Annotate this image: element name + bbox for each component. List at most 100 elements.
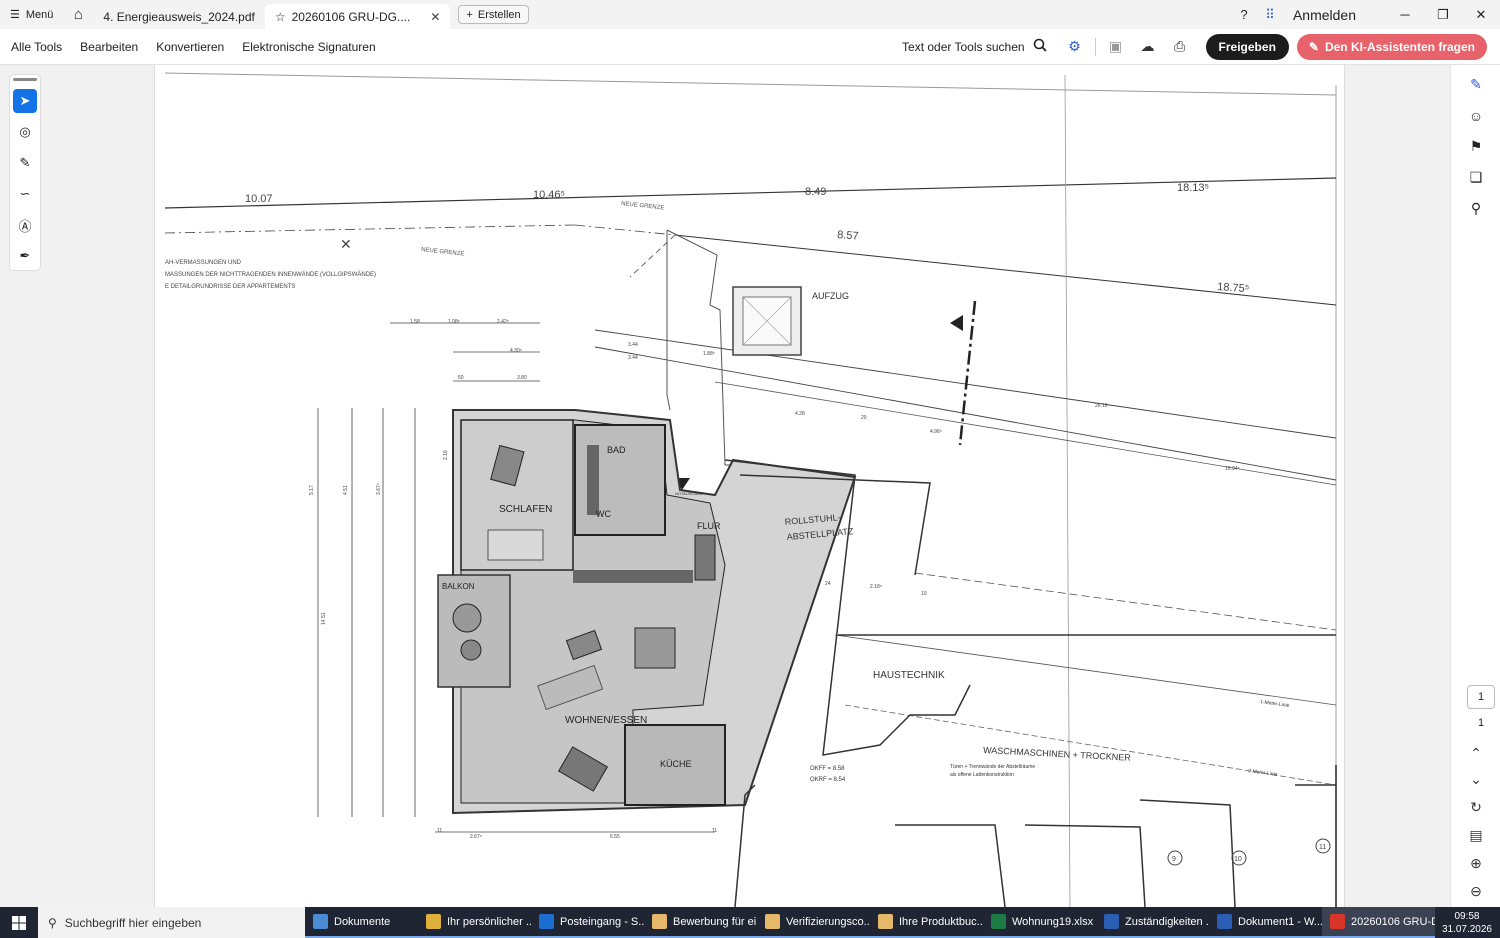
- excel-icon: [991, 914, 1006, 929]
- taskbar-app[interactable]: Verifizierungsco...: [757, 907, 870, 938]
- lasso-icon[interactable]: ∽: [13, 182, 37, 206]
- cross-mark: ✕: [340, 236, 352, 252]
- document-view[interactable]: 10.07 10.46⁵ 8.49 18.13⁵ 8.57 18.75⁵ NEU…: [154, 65, 1345, 907]
- small-dim: 14.51: [321, 612, 327, 625]
- share-button[interactable]: Freigeben: [1205, 33, 1289, 60]
- save-icon[interactable]: ▣: [1100, 38, 1132, 55]
- ai-assistant-button[interactable]: ✎ Den KI-Assistenten fragen: [1296, 33, 1487, 60]
- divider: [1094, 37, 1096, 56]
- taskbar: ⚲ Suchbegriff hier eingeben Dokumente Ihr…: [0, 907, 1500, 938]
- close-tab-icon[interactable]: ✕: [430, 10, 440, 24]
- restore-icon[interactable]: ❐: [1424, 7, 1462, 23]
- word-icon: [1217, 914, 1232, 929]
- select-cursor-icon[interactable]: ➤: [13, 89, 37, 113]
- chrome-icon: [426, 914, 441, 929]
- small-dim: 4.28: [795, 411, 805, 417]
- help-icon[interactable]: ?: [1231, 7, 1257, 22]
- edit-pdf-icon[interactable]: ✎: [1451, 69, 1500, 100]
- ai-chat-icon: ✎: [1308, 39, 1319, 54]
- dim-label: 8.57: [837, 229, 859, 242]
- dim-label: 18.13⁵: [1177, 182, 1209, 194]
- zoom-in-icon[interactable]: ⊕: [1451, 855, 1500, 872]
- small-dim: 50: [458, 375, 464, 381]
- small-dim: 4.96⁵: [930, 429, 942, 435]
- taskbar-app-label: 20260106 GRU-D...: [1351, 915, 1435, 928]
- taskbar-app[interactable]: Dokumente: [305, 907, 418, 938]
- sign-icon[interactable]: ✒: [13, 244, 37, 268]
- word-icon: [1104, 914, 1119, 929]
- menu-all-tools[interactable]: Alle Tools: [0, 40, 71, 54]
- page-tools-icon[interactable]: ▤: [1451, 827, 1500, 844]
- taskbar-app[interactable]: Bewerbung für ei...: [644, 907, 757, 938]
- taskbar-app-label: Dokument1 - W...: [1238, 915, 1322, 928]
- current-page-input[interactable]: 1: [1467, 685, 1495, 709]
- pen-icon[interactable]: ✎: [13, 151, 37, 175]
- panel-grip[interactable]: [13, 78, 37, 81]
- zoom-out-icon[interactable]: ⊖: [1451, 883, 1500, 900]
- tab-label: 4. Energieausweis_2024.pdf: [103, 9, 255, 24]
- room-label: WC: [596, 509, 611, 519]
- page-up-icon[interactable]: ⌃: [1451, 745, 1500, 762]
- taskbar-search[interactable]: ⚲ Suchbegriff hier eingeben: [38, 907, 305, 938]
- total-pages: 1: [1477, 717, 1485, 729]
- comment-icon[interactable]: ◎: [13, 120, 37, 144]
- signin-button[interactable]: Anmelden: [1293, 7, 1356, 23]
- rotate-icon[interactable]: ↻: [1451, 799, 1500, 816]
- pages-icon[interactable]: ❏: [1451, 162, 1500, 193]
- text-select-icon[interactable]: Ⓐ: [13, 213, 37, 237]
- small-dim: 4.30⁵: [510, 348, 522, 354]
- small-dim: 2.67⁵: [470, 834, 482, 840]
- tool-search[interactable]: Text oder Tools suchen: [902, 38, 1047, 55]
- home-icon[interactable]: ⌂: [63, 0, 93, 29]
- small-dim: 2.16: [443, 450, 449, 460]
- bookmark-icon[interactable]: ⚑: [1451, 131, 1500, 162]
- close-window-icon[interactable]: ✕: [1462, 7, 1500, 23]
- mail-icon: [878, 914, 893, 929]
- create-button[interactable]: + Erstellen: [458, 5, 529, 24]
- hamburger-icon: ☰: [10, 9, 20, 21]
- small-dim: 1.08⁵: [448, 319, 460, 325]
- right-rail: ✎ ☺ ⚑ ❏ ⚲ 1 1 ⌃ ⌄ ↻ ▤ ⊕ ⊖: [1450, 65, 1500, 907]
- menu-convert[interactable]: Konvertieren: [147, 40, 233, 54]
- taskbar-apps: Dokumente Ihr persönlicher ... Posteingang…: [305, 907, 1435, 938]
- tab-energieausweis[interactable]: 4. Energieausweis_2024.pdf: [93, 4, 264, 29]
- menu-edit[interactable]: Bearbeiten: [71, 40, 147, 54]
- ai-tools-icon[interactable]: ⚙: [1059, 38, 1091, 55]
- comments-icon[interactable]: ☺: [1451, 100, 1500, 131]
- room-label: WASCHMASCHINEN + TROCKNER: [983, 745, 1132, 763]
- plan-small-note: 2-Meter-Linie: [1248, 768, 1278, 778]
- room-label: KÜCHE: [660, 759, 692, 769]
- system-clock[interactable]: 09:58 31.07.2026: [1442, 910, 1500, 936]
- page-down-icon[interactable]: ⌄: [1451, 771, 1500, 788]
- minimize-icon[interactable]: ─: [1386, 7, 1424, 22]
- create-label: Erstellen: [477, 8, 521, 21]
- taskbar-app[interactable]: Posteingang - S...: [531, 907, 644, 938]
- tab-grundriss[interactable]: ☆ 20260106 GRU-DG.... ✕: [264, 4, 451, 29]
- acrobat-icon: [1330, 914, 1345, 929]
- menu-button[interactable]: ☰ Menü: [0, 0, 63, 29]
- taskbar-app-label: Bewerbung für ei...: [673, 915, 757, 928]
- clock-date: 31.07.2026: [1441, 923, 1492, 935]
- cloud-upload-icon[interactable]: ☁: [1132, 38, 1164, 55]
- star-icon[interactable]: ☆: [275, 10, 286, 24]
- small-dim: 10: [921, 591, 927, 597]
- unit-number: 9: [1172, 856, 1176, 863]
- plan-small-note: OKRF = 8.54: [810, 777, 846, 783]
- menu-esign[interactable]: Elektronische Signaturen: [233, 40, 384, 54]
- windows-start-icon[interactable]: [0, 907, 38, 938]
- main-toolbar: Alle Tools Bearbeiten Konvertieren Elekt…: [0, 29, 1500, 65]
- taskbar-search-placeholder: Suchbegriff hier eingeben: [64, 915, 202, 930]
- attachment-icon[interactable]: ⚲: [1451, 193, 1500, 224]
- taskbar-app[interactable]: Ihr persönlicher ...: [418, 907, 531, 938]
- apps-grid-icon[interactable]: ⠿: [1257, 7, 1283, 23]
- taskbar-app[interactable]: Zuständigkeiten ...: [1096, 907, 1209, 938]
- unit-number: 11: [1319, 844, 1326, 851]
- taskbar-app[interactable]: Dokument1 - W...: [1209, 907, 1322, 938]
- mail-icon: [765, 914, 780, 929]
- dim-label: 8.49: [805, 186, 826, 198]
- print-icon[interactable]: ⎙: [1164, 38, 1196, 55]
- taskbar-app[interactable]: Ihre Produktbuc...: [870, 907, 983, 938]
- dim-label: 10.07: [245, 193, 273, 205]
- taskbar-app[interactable]: Wohnung19.xlsx ...: [983, 907, 1096, 938]
- taskbar-app[interactable]: 20260106 GRU-D...: [1322, 907, 1435, 938]
